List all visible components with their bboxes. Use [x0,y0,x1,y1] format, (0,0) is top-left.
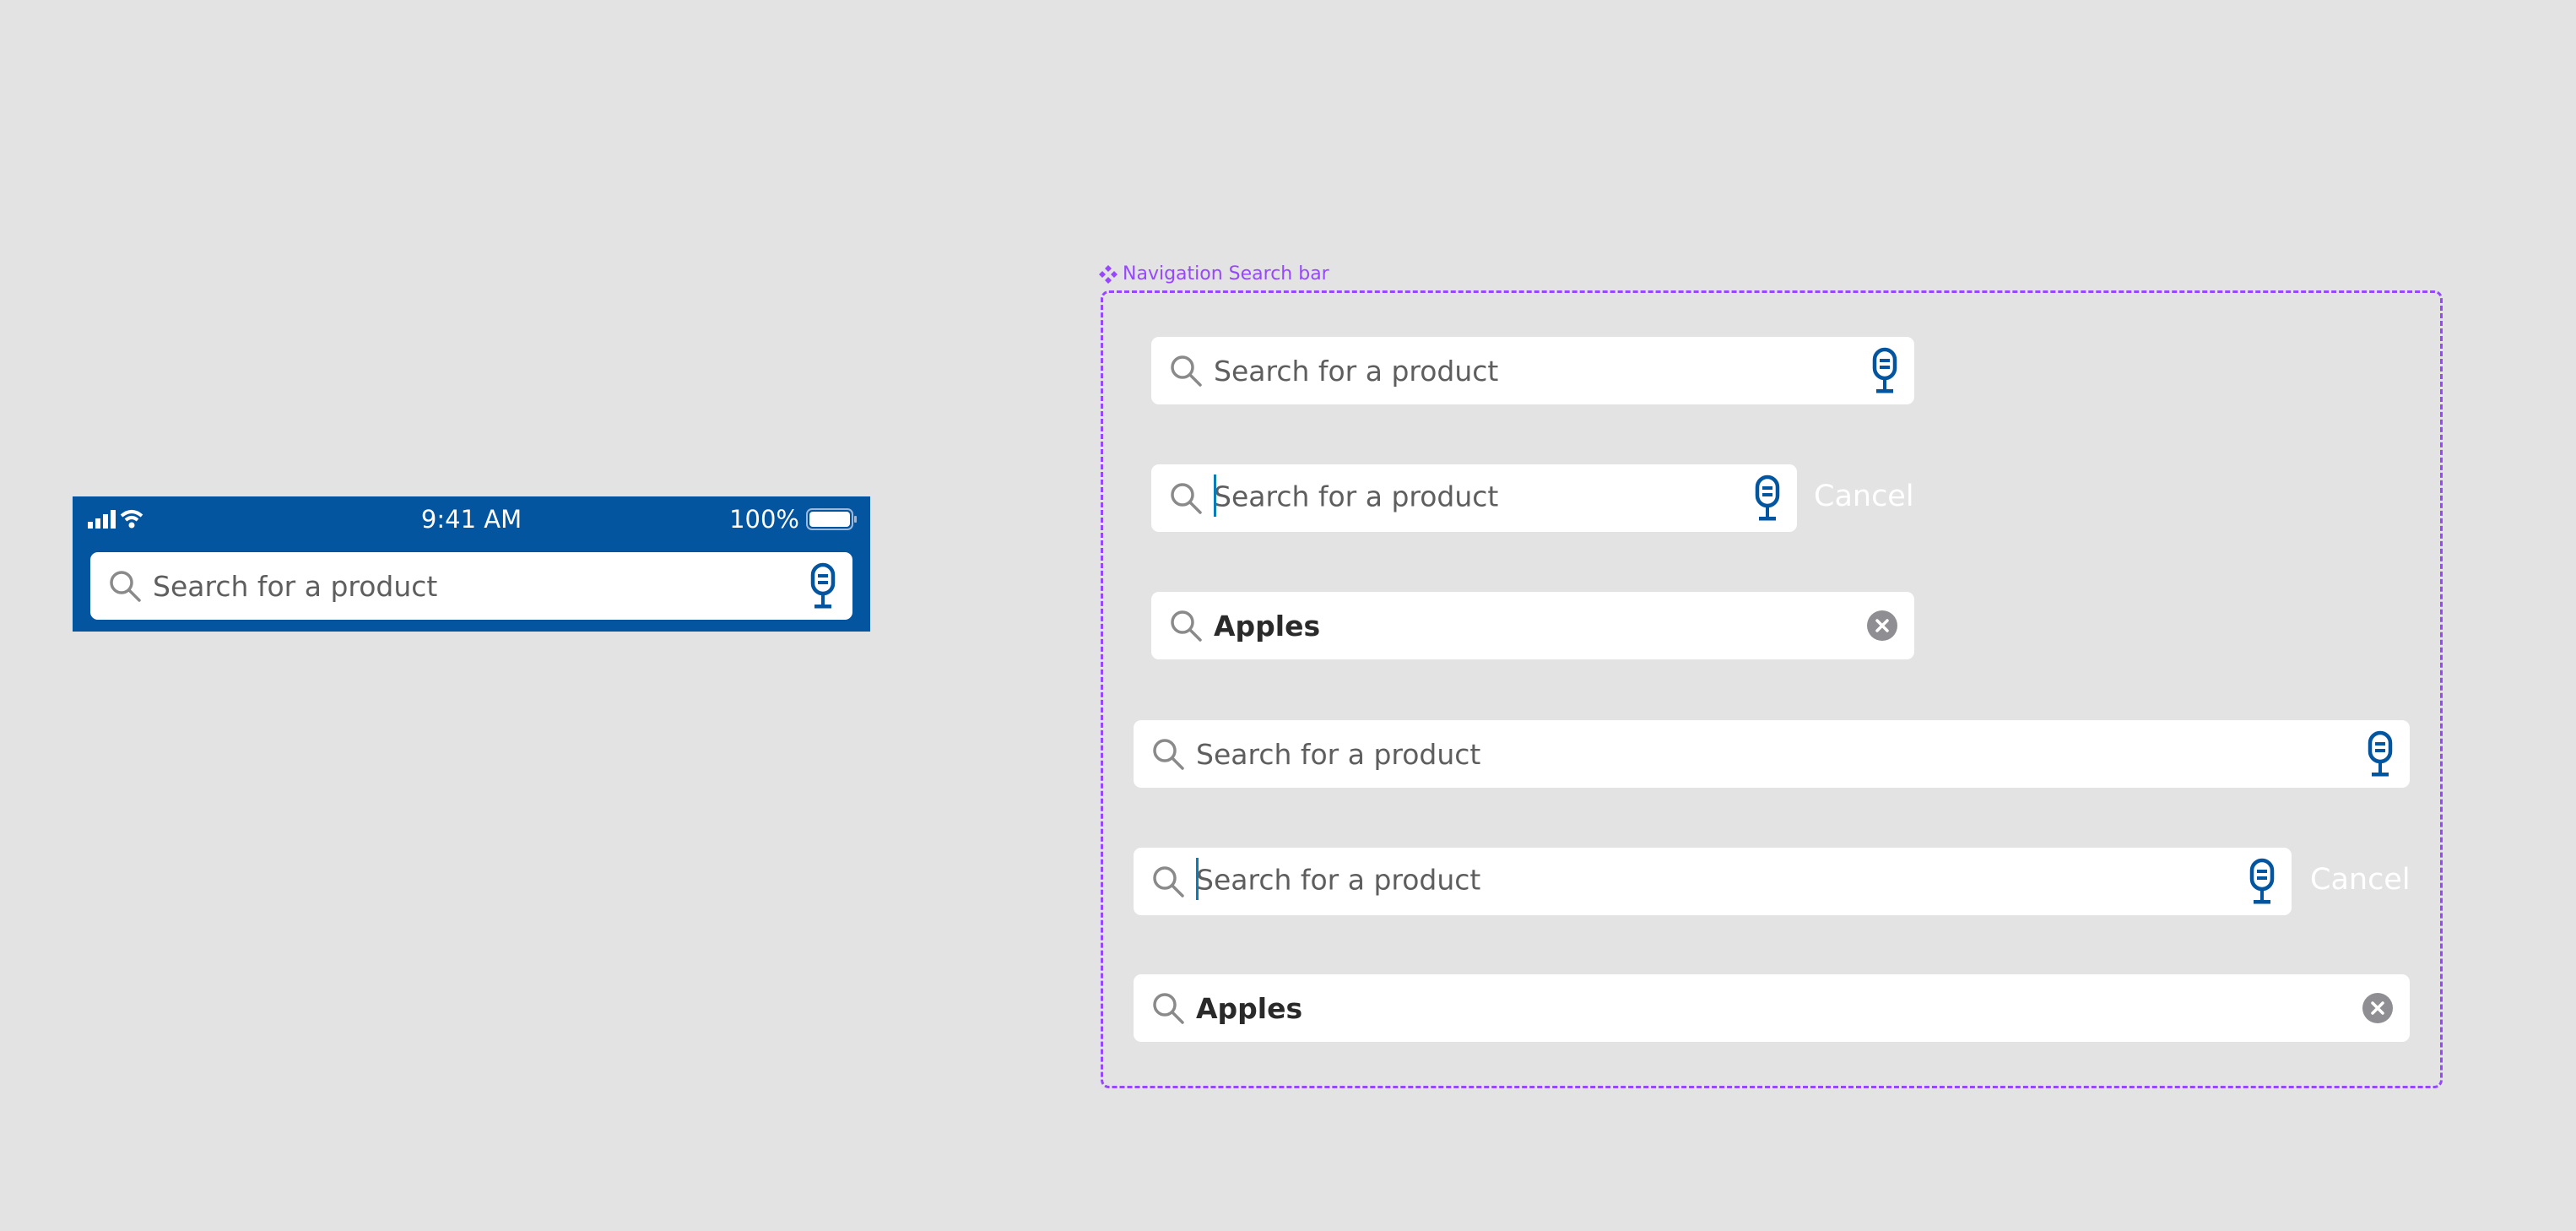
search-value: Apples [1196,991,1303,1025]
text-caret [1214,475,1216,517]
search-icon [1168,608,1204,643]
clear-icon[interactable] [1867,610,1897,641]
search-value: Apples [1214,609,1321,643]
component-frame [1101,290,2443,1088]
search-bar-focused-wide[interactable]: Search for a product [1134,848,2292,915]
search-bar-default-wide[interactable]: Search for a product [1134,720,2410,788]
search-icon [1168,353,1204,388]
search-bar-filled[interactable]: Apples [1151,592,1914,659]
cancel-button[interactable]: Cancel [1814,480,1914,513]
microphone-icon[interactable] [1872,347,1897,394]
search-icon [1168,480,1204,516]
phone-header: 9:41 AM 100% Search for a product [73,496,870,632]
search-placeholder: Search for a product [153,569,438,603]
clear-icon[interactable] [2362,993,2393,1023]
battery-percent: 100% [729,505,799,534]
component-label: Navigation Search bar [1099,263,1329,285]
search-icon [1150,990,1186,1026]
search-placeholder: Search for a product [1214,354,1499,388]
search-placeholder: Search for a product [1196,863,1481,897]
search-bar-filled-wide[interactable]: Apples [1134,974,2410,1042]
search-placeholder: Search for a product [1214,480,1499,513]
search-bar-focused[interactable]: Search for a product [1151,464,1797,532]
component-label-text: Navigation Search bar [1123,263,1329,285]
search-icon [1150,864,1186,899]
search-icon [1150,736,1186,772]
component-icon [1099,264,1118,284]
search-bar[interactable]: Search for a product [90,552,852,620]
text-caret [1196,858,1199,900]
cancel-button[interactable]: Cancel [2310,863,2411,897]
battery-icon [806,508,857,530]
microphone-icon[interactable] [810,562,836,610]
status-bar: 9:41 AM 100% [73,496,870,540]
microphone-icon[interactable] [2368,730,2393,778]
microphone-icon[interactable] [1755,475,1780,522]
search-bar-default[interactable]: Search for a product [1151,337,1914,404]
microphone-icon[interactable] [2249,858,2275,905]
search-placeholder: Search for a product [1196,737,1481,771]
search-icon [107,568,143,604]
